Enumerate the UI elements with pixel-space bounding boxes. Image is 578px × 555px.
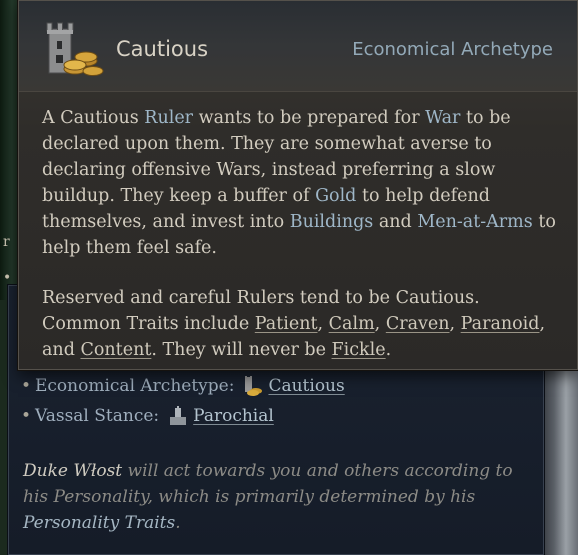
cautious-tooltip: Cautious Economical Archetype A Cautious… — [18, 0, 578, 370]
trait-patient[interactable]: Patient — [255, 314, 318, 334]
trait-content[interactable]: Content — [80, 340, 151, 360]
bullet: • — [21, 376, 32, 396]
desc-text: . — [175, 513, 181, 533]
bullet: • — [21, 406, 32, 426]
text: wants to be prepared for — [193, 108, 426, 128]
sep: , — [449, 314, 461, 334]
text: . — [385, 340, 392, 360]
tooltip-subtitle: Economical Archetype — [352, 39, 553, 60]
text: and — [373, 212, 418, 232]
text: . They will never be — [151, 340, 332, 360]
background-map-right — [538, 360, 578, 555]
trait-fickle[interactable]: Fickle — [332, 340, 386, 360]
background-text-fragment: r — [3, 234, 10, 250]
desc-text: Personality — [53, 487, 148, 507]
ruler-keyword[interactable]: Ruler — [144, 108, 193, 128]
vassal-stance-row: • Vassal Stance: Parochial — [21, 406, 274, 426]
character-name[interactable]: Duke Włost — [23, 461, 122, 481]
text: A Cautious — [42, 108, 145, 128]
war-keyword[interactable]: War — [425, 108, 460, 128]
trait-craven[interactable]: Craven — [386, 314, 450, 334]
parochial-link[interactable]: Parochial — [193, 406, 274, 426]
tooltip-paragraph-2: Reserved and careful Rulers tend to be C… — [42, 285, 562, 363]
gold-keyword[interactable]: Gold — [315, 186, 356, 206]
tooltip-body: A Cautious Ruler wants to be prepared fo… — [42, 105, 562, 387]
background-bullet-fragment: • — [3, 270, 12, 286]
desc-text: , which is primarily determined by his — [147, 487, 476, 507]
background-map-strip: r • — [0, 0, 20, 300]
sep: , — [374, 314, 386, 334]
parochial-stance-icon — [170, 406, 187, 425]
tooltip-paragraph-1: A Cautious Ruler wants to be prepared fo… — [42, 105, 562, 261]
buildings-keyword[interactable]: Buildings — [290, 212, 374, 232]
tooltip-header: Cautious Economical Archetype — [19, 1, 577, 92]
trait-calm[interactable]: Calm — [329, 314, 375, 334]
personality-traits-link[interactable]: Personality Traits — [23, 513, 175, 533]
personality-description: Duke Włost will act towards you and othe… — [23, 458, 523, 536]
sep: , — [317, 314, 329, 334]
men-at-arms-keyword[interactable]: Men-at-Arms — [417, 212, 532, 232]
vassal-stance-label: Vassal Stance: — [35, 406, 160, 426]
tooltip-title: Cautious — [116, 37, 209, 61]
trait-paranoid[interactable]: Paranoid — [461, 314, 540, 334]
tower-and-gold-coins-icon — [46, 22, 104, 76]
